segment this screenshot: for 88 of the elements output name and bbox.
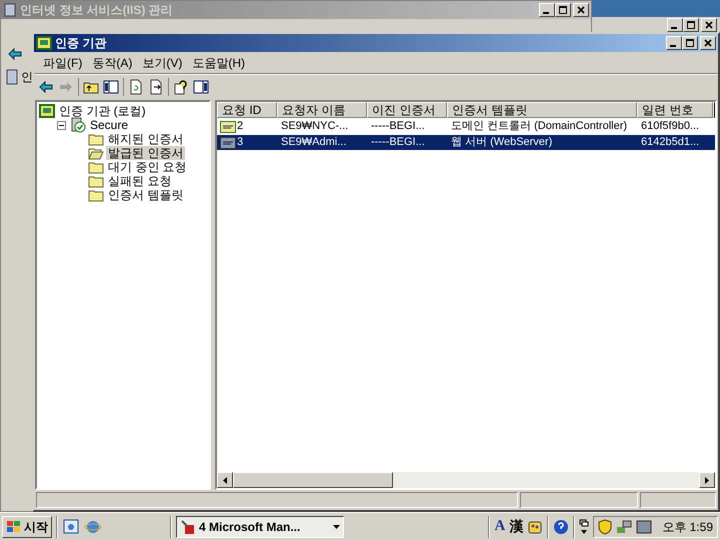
menu-item[interactable]: 파일(F) [38, 54, 88, 72]
horizontal-scrollbar[interactable] [217, 472, 715, 488]
tree-item[interactable]: 인증 기관 (로컬) [57, 104, 148, 118]
minimize-button[interactable] [666, 36, 682, 50]
table-cell-text: SE9₩NYC-... [281, 119, 348, 134]
table-cell-text: 610f5f9b0... [641, 119, 700, 134]
tree-toggle-icon[interactable] [103, 78, 119, 94]
desktop-icon[interactable] [62, 518, 80, 536]
folder-icon [88, 174, 104, 188]
minimize-icon [670, 45, 676, 47]
maximize-icon [686, 20, 696, 30]
close-button[interactable] [573, 3, 589, 17]
folder-icon [88, 132, 104, 146]
caret-icon [333, 524, 340, 528]
close-button[interactable] [701, 18, 717, 32]
start-button[interactable]: 시작 [2, 516, 52, 538]
minimize-icon [671, 27, 677, 29]
collapse-icon[interactable] [57, 120, 66, 130]
table-cell-text: 3 [237, 135, 244, 150]
refresh-icon[interactable] [128, 78, 144, 94]
server-check-icon [70, 117, 86, 133]
network-icon[interactable] [616, 518, 632, 534]
windows-logo-icon [6, 520, 22, 534]
windows-switch-icon[interactable] [579, 518, 590, 536]
help-icon[interactable] [553, 518, 570, 534]
right-triangle-icon [705, 476, 709, 484]
certificate-authority-icon [36, 36, 52, 50]
close-icon [576, 5, 586, 15]
tree-item[interactable]: Secure [88, 118, 130, 132]
menu-item[interactable]: 보기(V) [137, 54, 188, 72]
tree-item[interactable]: 발급된 인증서 [106, 146, 186, 160]
table-cell-text: -----BEGI... [371, 135, 425, 150]
maximize-icon [685, 38, 695, 48]
tree-item[interactable]: 실패된 요청 [106, 174, 174, 188]
column-header[interactable]: 요청 ID [217, 102, 277, 118]
list-row[interactable]: 3 SE9₩Admi... -----BEGI... 웹 서버 (WebServer) 6142b5d1... [217, 135, 715, 150]
menu-item[interactable]: 도움말(H) [187, 54, 250, 72]
left-triangle-icon [223, 476, 227, 484]
window-title: 인증 기관 [55, 35, 108, 52]
scroll-right-button[interactable] [699, 472, 715, 488]
column-header[interactable]: 요청자 이름 [277, 102, 367, 118]
maximize-icon [558, 5, 568, 15]
tree-item[interactable]: 해지된 인증서 [106, 132, 186, 146]
panel-icon[interactable] [193, 78, 209, 94]
table-cell-text: 6142b5d1... [641, 135, 700, 150]
column-header[interactable]: 이진 인증서 [367, 102, 447, 118]
table-cell-text: 도메인 컨트롤러 (DomainController) [451, 119, 628, 134]
menu-item[interactable]: 동작(A) [87, 54, 138, 72]
scroll-left-button[interactable] [217, 472, 233, 488]
table-cell-text: 웹 서버 (WebServer) [451, 135, 552, 150]
list-row[interactable]: 2 SE9₩NYC-... -----BEGI... 도메인 컨트롤러 (DomainController) 610f5f9b0... [217, 119, 715, 134]
column-header[interactable]: 인증서 템플릿 [447, 102, 637, 118]
server-icon [5, 69, 19, 85]
folder-icon [88, 160, 104, 174]
taskbar-button[interactable]: 4 Microsoft Man... [176, 516, 344, 538]
maximize-button[interactable] [555, 3, 571, 17]
palette-icon[interactable] [527, 518, 544, 534]
open-folder-icon [88, 146, 104, 160]
close-icon [704, 20, 714, 30]
tree-item[interactable]: 인 [21, 70, 33, 84]
help-icon[interactable] [173, 78, 189, 94]
tree-item[interactable]: 인증서 템플릿 [106, 188, 186, 202]
minimize-button[interactable] [539, 3, 555, 17]
shield-icon[interactable] [598, 518, 612, 534]
back-arrow-icon[interactable] [7, 46, 23, 62]
table-cell-text: SE9₩Admi... [281, 135, 346, 150]
server-icon [3, 3, 17, 17]
certificate-icon [220, 136, 236, 148]
minimize-icon [543, 12, 549, 14]
window-title: 인터넷 정보 서비스(IIS) 관리 [20, 2, 174, 19]
table-cell-text: 2 [237, 119, 244, 134]
certificate-icon [220, 120, 236, 132]
minimize-button[interactable] [667, 18, 683, 32]
table-cell-text: -----BEGI... [371, 119, 425, 134]
ime-indicator[interactable]: A [494, 515, 506, 538]
export-icon[interactable] [148, 78, 164, 94]
close-button[interactable] [700, 36, 716, 50]
tree-item[interactable]: 대기 중인 요청 [106, 160, 189, 174]
maximize-button[interactable] [683, 18, 699, 32]
clock[interactable]: 오후 1:59 [662, 518, 713, 536]
folder-icon [88, 188, 104, 202]
certificate-authority-icon [39, 104, 55, 118]
maximize-button[interactable] [682, 36, 698, 50]
close-icon [703, 38, 713, 48]
back-arrow-icon[interactable] [38, 78, 54, 94]
scroll-thumb[interactable] [233, 472, 393, 488]
ime-indicator[interactable]: 漢 [509, 516, 524, 537]
column-header[interactable]: 일련 번호 [637, 102, 713, 118]
